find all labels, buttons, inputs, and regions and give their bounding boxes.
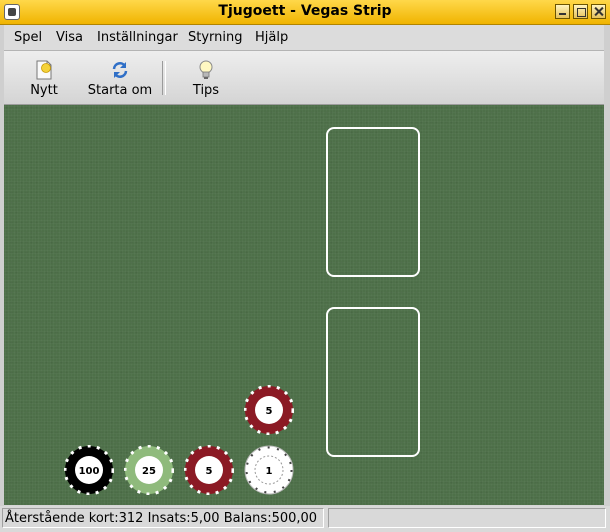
window-frame-right bbox=[604, 25, 610, 506]
status-bar: Återstående kort:312 Insats:5,00 Balans:… bbox=[0, 506, 610, 532]
toolbar: Nytt Starta om Tips bbox=[4, 51, 604, 105]
dealer-card-slot bbox=[326, 127, 420, 277]
restart-icon bbox=[112, 62, 128, 78]
menu-styrning[interactable]: Styrning bbox=[188, 30, 243, 45]
new-game-button[interactable]: Nytt bbox=[18, 53, 70, 101]
player-card-slot[interactable] bbox=[326, 307, 420, 457]
status-secondary bbox=[328, 508, 606, 528]
close-icon[interactable] bbox=[591, 4, 606, 19]
game-table[interactable]: 100 25 5 1 5 bbox=[4, 105, 604, 505]
chip-100[interactable]: 100 bbox=[64, 445, 114, 495]
menu-visa[interactable]: Visa bbox=[56, 30, 83, 45]
new-game-icon bbox=[36, 60, 52, 80]
bet-chip-5-label: 5 bbox=[266, 406, 273, 417]
tips-label: Tips bbox=[192, 83, 220, 98]
restart-label: Starta om bbox=[87, 83, 153, 98]
menu-installningar[interactable]: Inställningar bbox=[97, 30, 178, 45]
new-game-label: Nytt bbox=[30, 83, 58, 98]
title-bar[interactable]: Tjugoett - Vegas Strip bbox=[0, 0, 610, 25]
chip-100-label: 100 bbox=[79, 466, 100, 477]
menu-hjalp[interactable]: Hjälp bbox=[255, 30, 288, 45]
chip-25[interactable]: 25 bbox=[124, 445, 174, 495]
menu-spel[interactable]: Spel bbox=[14, 30, 42, 45]
chip-5-label: 5 bbox=[206, 466, 213, 477]
window-title: Tjugoett - Vegas Strip bbox=[218, 3, 392, 19]
toolbar-separator bbox=[162, 61, 166, 95]
bet-chip-5[interactable]: 5 bbox=[244, 385, 294, 435]
tips-button[interactable]: Tips bbox=[184, 53, 228, 101]
menu-bar: Spel Visa Inställningar Styrning Hjälp bbox=[4, 25, 604, 51]
maximize-icon[interactable] bbox=[573, 4, 588, 19]
restart-button[interactable]: Starta om bbox=[82, 53, 158, 101]
status-text: Återstående kort:312 Insats:5,00 Balans:… bbox=[2, 508, 324, 528]
chip-1-label: 1 bbox=[266, 466, 273, 477]
chip-1[interactable]: 1 bbox=[244, 445, 294, 495]
minimize-icon[interactable] bbox=[555, 4, 570, 19]
chip-25-label: 25 bbox=[142, 466, 156, 477]
lightbulb-icon bbox=[199, 60, 213, 79]
chip-5[interactable]: 5 bbox=[184, 445, 234, 495]
